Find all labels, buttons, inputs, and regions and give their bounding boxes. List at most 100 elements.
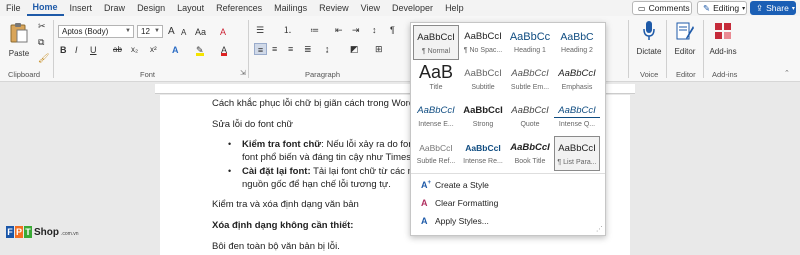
font-group-label: Font xyxy=(140,70,156,79)
style-subtitle[interactable]: AaBbCcI Subtitle xyxy=(460,62,506,97)
menu-design[interactable]: Design xyxy=(131,0,171,16)
style-quote[interactable]: AaBbCcI Quote xyxy=(507,99,553,134)
dictate-button[interactable]: Dictate xyxy=(634,20,664,56)
create-style-action[interactable]: A+ Create a Style xyxy=(421,177,489,193)
strikethrough-button[interactable]: ab xyxy=(113,44,122,56)
apply-styles-action[interactable]: A Apply Styles... xyxy=(421,213,489,229)
fpt-shop-logo: F P T Shop .com.vn xyxy=(6,226,79,238)
style-intense-quote[interactable]: AaBbCcI Intense Q... xyxy=(554,99,600,134)
editor-button[interactable]: Editor xyxy=(670,20,700,56)
style-strong[interactable]: AaBbCcI Strong xyxy=(460,99,506,134)
gallery-scrollbar[interactable] xyxy=(600,25,604,171)
menu-help[interactable]: Help xyxy=(439,0,470,16)
menu-view[interactable]: View xyxy=(355,0,386,16)
line-spacing-icon[interactable]: ↨ xyxy=(325,43,330,55)
grow-font-button[interactable]: A xyxy=(168,26,175,38)
clear-formatting-icon: A xyxy=(421,198,428,208)
styles-gallery: AaBbCcI ¶ Normal AaBbCcI ¶ No Spac... Aa… xyxy=(410,22,606,236)
align-left-icon[interactable]: ≡ xyxy=(254,43,267,55)
comment-icon: ▭ xyxy=(638,3,646,13)
menu-file[interactable]: File xyxy=(0,0,27,16)
show-marks-icon[interactable]: ¶ xyxy=(390,24,395,36)
shrink-font-button[interactable]: A xyxy=(181,27,186,39)
paste-button[interactable]: Paste xyxy=(6,22,32,58)
style-no-spacing[interactable]: AaBbCcI ¶ No Spac... xyxy=(460,25,506,60)
editor-icon xyxy=(676,22,694,40)
justify-icon[interactable]: ≣ xyxy=(304,43,312,55)
bullets-icon[interactable]: ☰ xyxy=(256,24,264,36)
style-emphasis[interactable]: AaBbCcI Emphasis xyxy=(554,62,600,97)
multilevel-list-icon[interactable]: ≔ xyxy=(310,24,319,36)
collapse-ribbon-icon[interactable]: ⌃ xyxy=(784,68,790,80)
menu-layout[interactable]: Layout xyxy=(171,0,210,16)
underline-button[interactable]: U xyxy=(90,44,97,56)
menu-review[interactable]: Review xyxy=(313,0,355,16)
bold-button[interactable]: B xyxy=(60,44,67,56)
menu-references[interactable]: References xyxy=(210,0,268,16)
style-intense-reference[interactable]: AaBbCcI Intense Re... xyxy=(460,136,506,171)
style-book-title[interactable]: AaBbCcI Book Title xyxy=(507,136,553,171)
shading-icon[interactable]: ◩ xyxy=(350,43,359,55)
logo-domain-text: .com.vn xyxy=(61,230,79,237)
copy-icon[interactable]: ⧉ xyxy=(38,36,44,48)
change-case-button[interactable]: Aa xyxy=(195,26,206,38)
highlight-button[interactable]: ✎ xyxy=(196,44,204,56)
sort-icon[interactable]: ↕ xyxy=(372,24,377,36)
doc-line-3: Kiểm tra và xóa định dạng văn bản xyxy=(212,199,359,210)
superscript-button[interactable]: x² xyxy=(150,44,157,56)
clear-format-button[interactable]: A xyxy=(220,26,226,38)
clear-formatting-action[interactable]: A Clear Formatting xyxy=(421,195,498,211)
style-list-paragraph[interactable]: AaBbCcI ¶ List Para... xyxy=(554,136,600,171)
chevron-down-icon: ▼ xyxy=(125,28,131,34)
doc-line-1: Cách khắc phục lỗi chữ bị giãn cách tron… xyxy=(212,98,415,109)
style-heading-1[interactable]: AaBbCc Heading 1 xyxy=(507,25,553,60)
subscript-button[interactable]: x₂ xyxy=(131,44,138,56)
style-intense-emphasis[interactable]: AaBbCcI Intense E... xyxy=(413,99,459,134)
editing-button[interactable]: ✎ Editing ▾ xyxy=(697,1,747,15)
paragraph-group-label: Paragraph xyxy=(305,70,341,79)
font-color-button[interactable]: A xyxy=(221,44,228,56)
menu-insert[interactable]: Insert xyxy=(64,0,99,16)
menu-developer[interactable]: Developer xyxy=(386,0,439,16)
font-name-select[interactable]: Aptos (Body) ▼ xyxy=(58,25,134,38)
align-right-icon[interactable]: ≡ xyxy=(288,43,293,55)
bullet-2-text: Cài đặt lại font: Tải lại font chữ từ cá… xyxy=(242,166,424,177)
increase-indent-icon[interactable]: ⇥ xyxy=(352,24,360,36)
menu-home[interactable]: Home xyxy=(26,0,64,16)
style-subtle-reference[interactable]: AaBbCcI Subtle Ref... xyxy=(413,136,459,171)
doc-line-4: Xóa định dạng không cần thiết: xyxy=(212,220,354,231)
font-size-select[interactable]: 12 ▼ xyxy=(137,25,163,38)
addins-button[interactable]: Add-ins xyxy=(706,20,740,56)
numbering-icon[interactable]: ⒈ xyxy=(283,24,292,36)
voice-group-label: Voice xyxy=(640,70,659,79)
create-style-icon: A+ xyxy=(421,180,432,190)
doc-line-2: Sửa lỗi do font chữ xyxy=(212,119,293,130)
style-subtle-emphasis[interactable]: AaBbCcI Subtle Em... xyxy=(507,62,553,97)
italic-button[interactable]: I xyxy=(75,44,78,56)
text-effects-button[interactable]: A xyxy=(172,44,179,56)
editor-group-label: Editor xyxy=(676,70,696,79)
style-title[interactable]: AaB Title xyxy=(413,62,459,97)
format-painter-icon[interactable]: 🖌 xyxy=(38,52,49,64)
logo-letter-p: P xyxy=(15,226,23,238)
clipboard-icon xyxy=(10,23,28,43)
cut-icon[interactable]: ✂ xyxy=(38,20,46,32)
align-center-icon[interactable]: ≡ xyxy=(272,43,277,55)
addins-icon xyxy=(715,23,731,39)
decrease-indent-icon[interactable]: ⇤ xyxy=(335,24,343,36)
share-button[interactable]: ⇪ Share ▾ xyxy=(750,1,796,15)
share-icon: ⇪ xyxy=(756,2,764,13)
borders-icon[interactable]: ⊞ xyxy=(375,43,383,55)
font-dialog-launcher-icon[interactable]: ⇲ xyxy=(240,68,246,80)
menu-mailings[interactable]: Mailings xyxy=(268,0,313,16)
chevron-down-icon: ▾ xyxy=(742,5,746,12)
menu-draw[interactable]: Draw xyxy=(98,0,131,16)
doc-line-5: Bôi đen toàn bộ văn bản bị lỗi. xyxy=(212,241,340,252)
style-normal[interactable]: AaBbCcI ¶ Normal xyxy=(413,25,459,60)
style-heading-2[interactable]: AaBbC Heading 2 xyxy=(554,25,600,60)
ribbon: Paste ✂ ⧉ 🖌 Clipboard Aptos (Body) ▼ 12 … xyxy=(0,16,800,82)
resize-grip-icon[interactable]: ⋰ xyxy=(596,225,603,233)
styles-grid: AaBbCcI ¶ Normal AaBbCcI ¶ No Spac... Aa… xyxy=(413,25,601,171)
chevron-down-icon: ▼ xyxy=(154,28,160,34)
comments-button[interactable]: ▭ Comments xyxy=(632,1,692,15)
